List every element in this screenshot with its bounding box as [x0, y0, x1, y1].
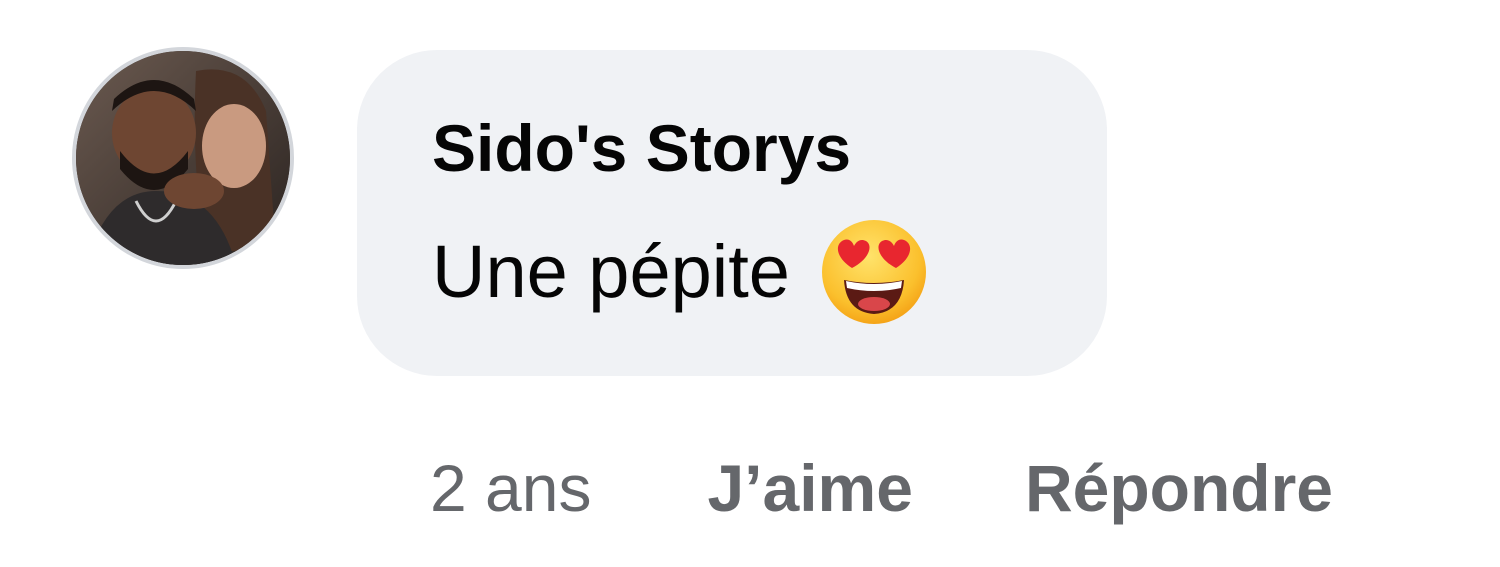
heart-eyes-emoji-icon [818, 216, 930, 328]
comment-bubble [357, 50, 1107, 376]
avatar[interactable] [72, 47, 294, 269]
comment-author[interactable]: Sido's Storys [432, 108, 851, 188]
comment-text: Une pépite [432, 230, 790, 313]
comment-body: Une pépite [432, 220, 930, 324]
comment-timestamp[interactable]: 2 ans [430, 443, 591, 533]
comment-actions: 2 ans J’aime Répondre [430, 443, 1333, 533]
avatar-photo [76, 51, 290, 265]
like-button[interactable]: J’aime [707, 443, 912, 533]
reply-button[interactable]: Répondre [1025, 443, 1333, 533]
